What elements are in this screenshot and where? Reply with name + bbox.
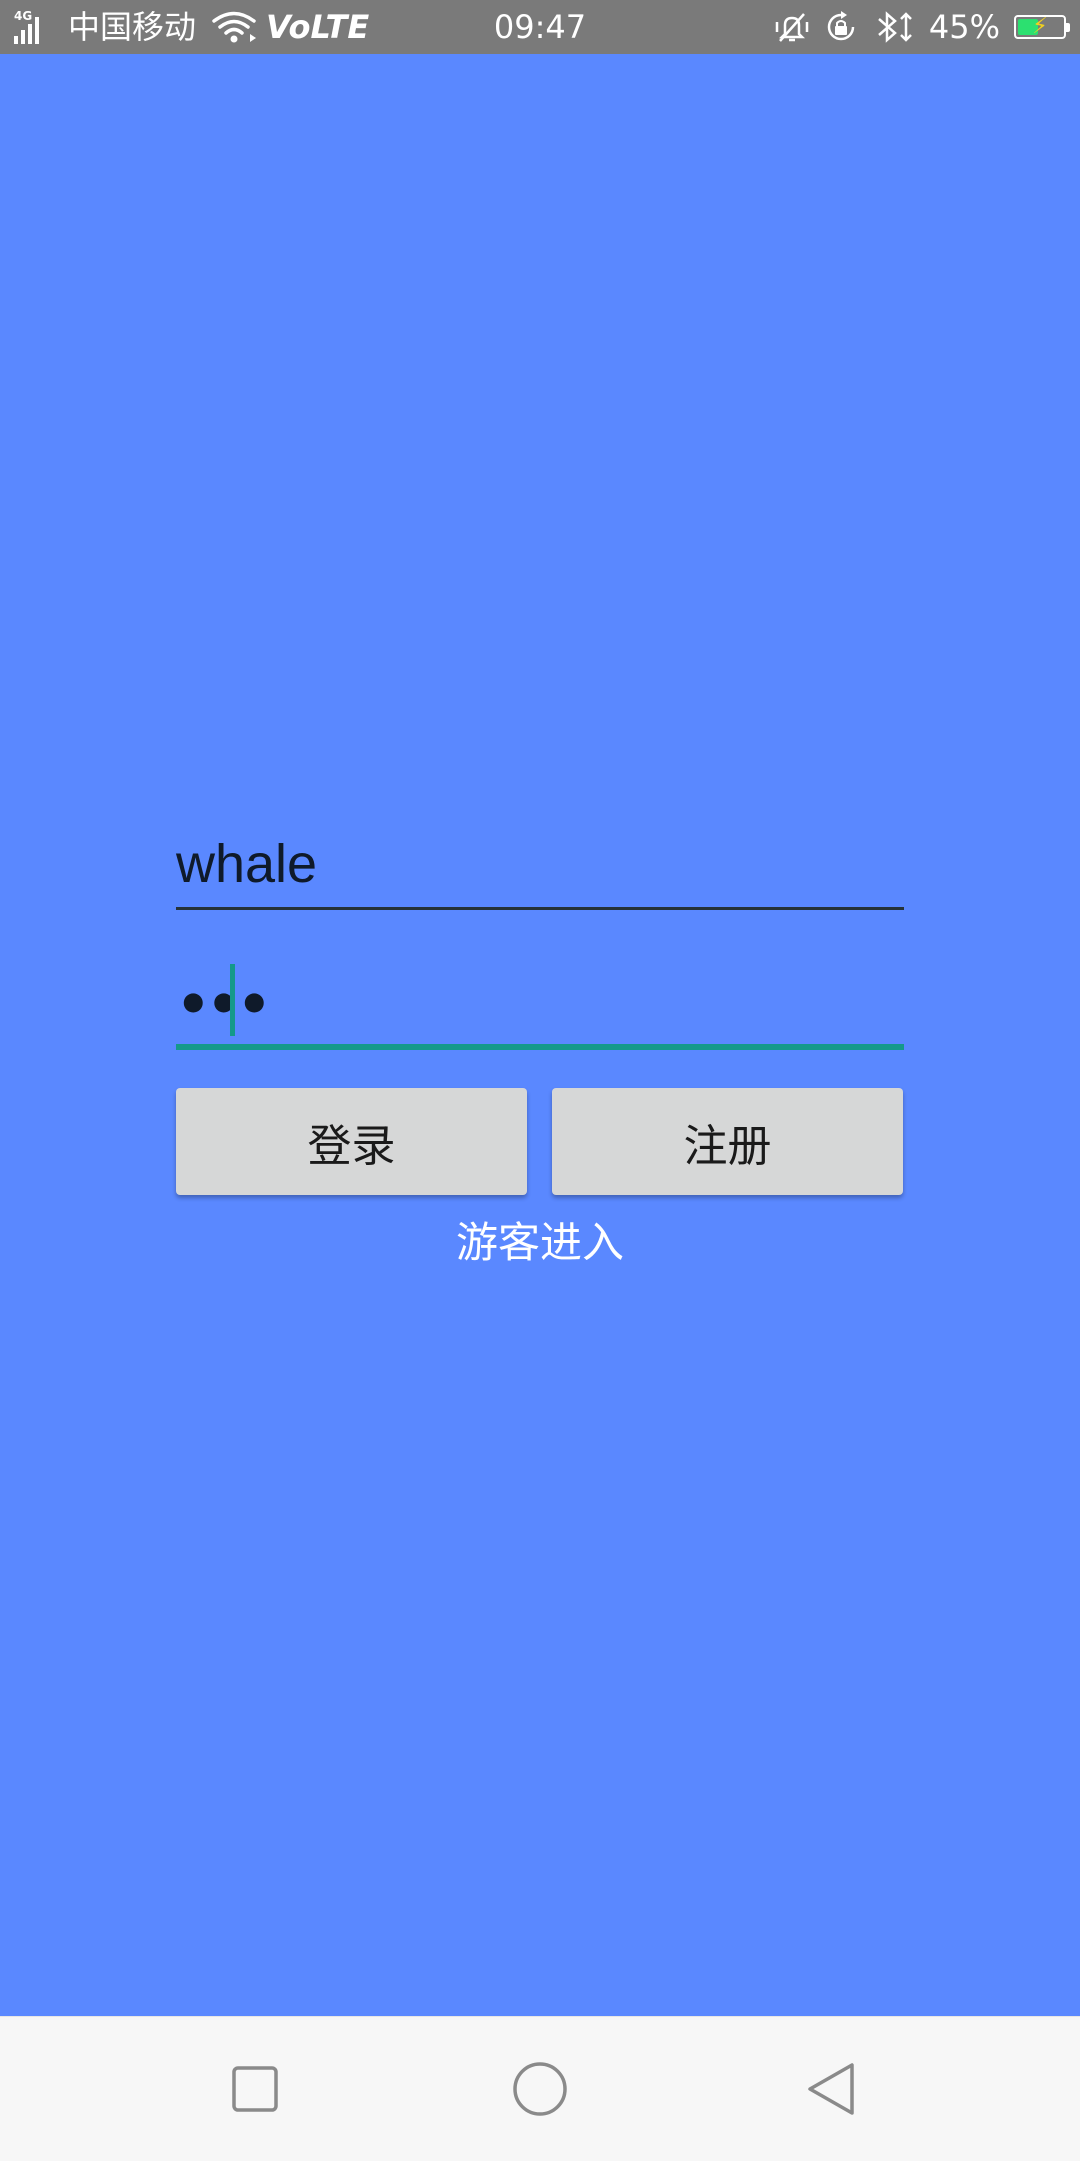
- recent-apps-icon: [232, 2066, 278, 2112]
- back-button[interactable]: [780, 2039, 880, 2139]
- bluetooth-icon: [873, 9, 915, 45]
- navigation-bar: [0, 2016, 1080, 2161]
- home-button[interactable]: [490, 2039, 590, 2139]
- back-icon: [808, 2063, 854, 2115]
- username-field[interactable]: whale: [176, 826, 904, 910]
- register-button[interactable]: 注册: [552, 1088, 903, 1195]
- guest-login-link[interactable]: 游客进入: [0, 1214, 1080, 1272]
- rotation-lock-icon: [823, 9, 859, 45]
- password-value: •••: [176, 973, 272, 1036]
- text-cursor: [230, 964, 235, 1036]
- login-button[interactable]: 登录: [176, 1088, 527, 1195]
- status-bar: 4G 中国移动 VoLTE 09:47 45% ⚡: [0, 0, 1080, 54]
- charging-icon: ⚡: [1032, 14, 1048, 39]
- recent-apps-button[interactable]: [205, 2039, 305, 2139]
- battery-percent: 45%: [928, 8, 1000, 46]
- mute-icon: [775, 10, 809, 44]
- username-value: whale: [176, 834, 318, 894]
- battery-icon: ⚡: [1014, 14, 1070, 39]
- password-field[interactable]: •••: [176, 958, 904, 1050]
- home-icon: [513, 2062, 567, 2116]
- status-bar-right: 45% ⚡: [775, 0, 1070, 54]
